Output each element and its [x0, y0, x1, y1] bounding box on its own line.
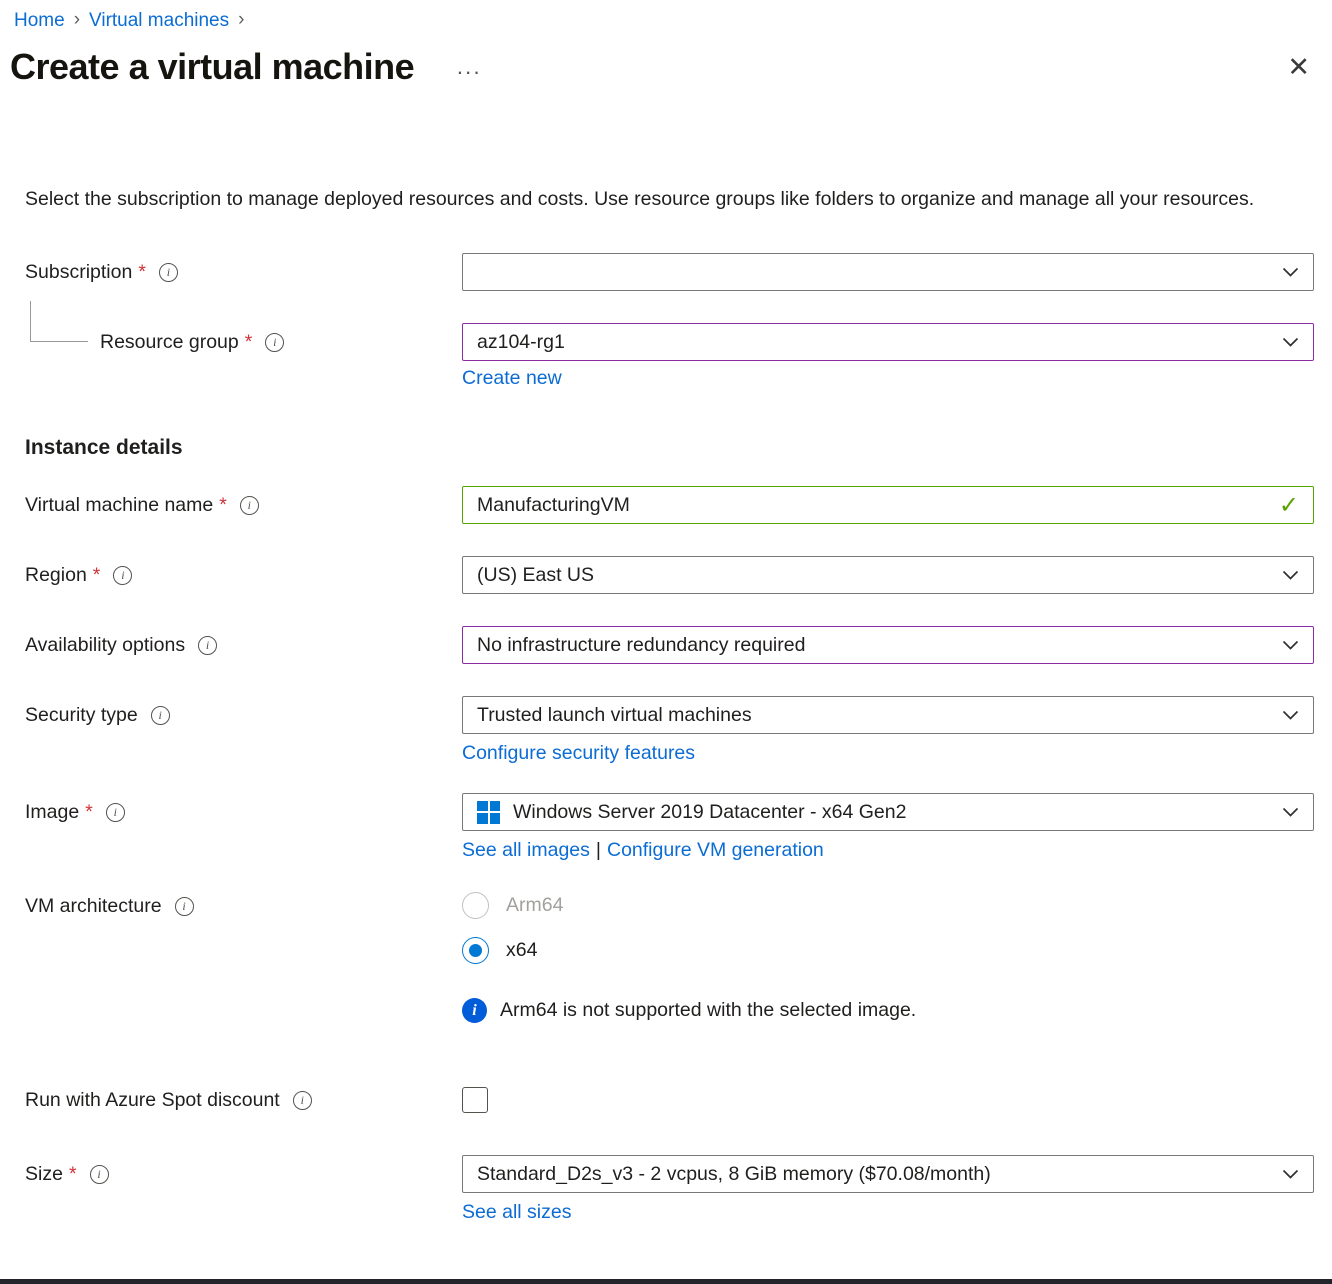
close-icon[interactable]: ✕	[1287, 52, 1310, 83]
info-icon[interactable]: i	[293, 1091, 312, 1110]
info-badge-icon: i	[462, 998, 487, 1023]
image-dropdown[interactable]: Windows Server 2019 Datacenter - x64 Gen…	[462, 793, 1314, 831]
breadcrumb-virtual-machines-link[interactable]: Virtual machines	[89, 10, 229, 32]
size-value: Standard_D2s_v3 - 2 vcpus, 8 GiB memory …	[477, 1163, 1270, 1186]
info-icon[interactable]: i	[90, 1165, 109, 1184]
subscription-label: Subscription	[25, 261, 132, 284]
arm64-radio-button	[462, 892, 489, 919]
create-new-row: Create new	[25, 367, 1314, 390]
vm-name-field: ✓	[462, 486, 1314, 524]
resource-group-value: az104-rg1	[477, 331, 1270, 354]
image-label: Image	[25, 801, 79, 824]
windows-logo-icon	[477, 801, 500, 824]
info-icon[interactable]: i	[113, 566, 132, 585]
vm-architecture-label: VM architecture	[25, 895, 162, 918]
chevron-down-icon	[1282, 337, 1299, 348]
info-icon[interactable]: i	[175, 897, 194, 916]
resource-group-dropdown[interactable]: az104-rg1	[462, 323, 1314, 361]
required-asterisk: *	[138, 261, 146, 284]
info-icon[interactable]: i	[198, 636, 217, 655]
required-asterisk: *	[93, 564, 101, 587]
breadcrumb-separator-icon: ›	[238, 9, 244, 31]
create-vm-blade: Home › Virtual machines › Create a virtu…	[0, 0, 1332, 1224]
indent-connector-line	[30, 301, 88, 342]
chevron-down-icon	[1282, 807, 1299, 818]
azure-spot-label: Run with Azure Spot discount	[25, 1089, 280, 1112]
availability-options-value: No infrastructure redundancy required	[477, 634, 1270, 657]
see-all-images-link[interactable]: See all images	[462, 839, 590, 861]
more-options-icon[interactable]: ···	[456, 51, 481, 83]
size-label: Size	[25, 1163, 63, 1186]
arm64-radio-option: Arm64	[462, 892, 1314, 919]
image-row: Image * i Windows Server 2019 Datacenter…	[25, 793, 1314, 862]
chevron-down-icon	[1282, 710, 1299, 721]
vm-architecture-radio-group: Arm64 x64	[462, 892, 1314, 964]
info-icon[interactable]: i	[151, 706, 170, 725]
chevron-down-icon	[1282, 640, 1299, 651]
azure-spot-row: Run with Azure Spot discount i	[25, 1081, 1314, 1119]
image-value: Windows Server 2019 Datacenter - x64 Gen…	[513, 801, 1270, 824]
availability-options-dropdown[interactable]: No infrastructure redundancy required	[462, 626, 1314, 664]
info-icon[interactable]: i	[159, 263, 178, 282]
info-icon[interactable]: i	[240, 496, 259, 515]
region-row: Region * i (US) East US	[25, 556, 1314, 594]
arm64-info-row: i Arm64 is not supported with the select…	[25, 998, 1314, 1023]
chevron-down-icon	[1282, 267, 1299, 278]
chevron-down-icon	[1282, 570, 1299, 581]
instance-details-heading: Instance details	[25, 436, 1314, 460]
create-vm-form: Subscription * i Resource group * i az10…	[0, 253, 1332, 1224]
breadcrumb: Home › Virtual machines ›	[0, 0, 1332, 32]
link-separator: |	[596, 839, 601, 861]
subscription-dropdown[interactable]	[462, 253, 1314, 291]
valid-check-icon: ✓	[1279, 491, 1299, 520]
availability-options-label: Availability options	[25, 634, 185, 657]
chevron-down-icon	[1282, 1169, 1299, 1180]
security-type-label: Security type	[25, 704, 138, 727]
region-dropdown[interactable]: (US) East US	[462, 556, 1314, 594]
title-row: Create a virtual machine ··· ✕	[10, 46, 1310, 88]
required-asterisk: *	[245, 331, 253, 354]
breadcrumb-home-link[interactable]: Home	[14, 10, 65, 32]
vm-name-input[interactable]	[477, 494, 1267, 517]
arm64-radio-label: Arm64	[506, 894, 563, 917]
subscription-row: Subscription * i	[25, 253, 1314, 291]
azure-spot-checkbox[interactable]	[462, 1087, 488, 1113]
size-row: Size * i Standard_D2s_v3 - 2 vcpus, 8 Gi…	[25, 1155, 1314, 1224]
breadcrumb-separator-icon: ›	[74, 9, 80, 31]
required-asterisk: *	[69, 1163, 77, 1186]
security-type-value: Trusted launch virtual machines	[477, 704, 1270, 727]
region-label: Region	[25, 564, 87, 587]
resource-group-row: Resource group * i az104-rg1	[25, 323, 1314, 361]
vm-architecture-row: VM architecture i Arm64 x64	[25, 892, 1314, 964]
info-icon[interactable]: i	[265, 333, 284, 352]
security-type-row: Security type i Trusted launch virtual m…	[25, 696, 1314, 765]
vm-name-row: Virtual machine name * i ✓	[25, 486, 1314, 524]
region-value: (US) East US	[477, 564, 1270, 587]
resource-group-label: Resource group	[100, 331, 239, 354]
vm-name-label: Virtual machine name	[25, 494, 213, 517]
x64-radio-label: x64	[506, 939, 537, 962]
arm64-info-message: Arm64 is not supported with the selected…	[500, 999, 916, 1022]
configure-vm-generation-link[interactable]: Configure VM generation	[607, 839, 824, 861]
page-title: Create a virtual machine	[10, 46, 414, 88]
intro-text: Select the subscription to manage deploy…	[25, 184, 1300, 215]
availability-options-row: Availability options i No infrastructure…	[25, 626, 1314, 664]
x64-radio-button[interactable]	[462, 937, 489, 964]
see-all-sizes-link[interactable]: See all sizes	[462, 1201, 571, 1224]
configure-security-features-link[interactable]: Configure security features	[462, 742, 695, 765]
required-asterisk: *	[219, 494, 227, 517]
security-type-dropdown[interactable]: Trusted launch virtual machines	[462, 696, 1314, 734]
required-asterisk: *	[85, 801, 93, 824]
x64-radio-option[interactable]: x64	[462, 937, 1314, 964]
info-icon[interactable]: i	[106, 803, 125, 822]
size-dropdown[interactable]: Standard_D2s_v3 - 2 vcpus, 8 GiB memory …	[462, 1155, 1314, 1193]
create-new-link[interactable]: Create new	[462, 367, 562, 389]
footer-divider	[0, 1279, 1332, 1284]
